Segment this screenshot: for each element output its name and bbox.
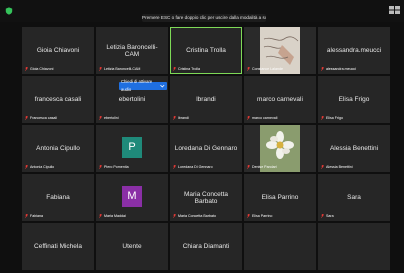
participant-tile[interactable]	[318, 223, 390, 270]
participant-tile[interactable]	[244, 223, 316, 270]
avatar: M	[122, 185, 142, 207]
mic-muted-icon	[247, 165, 250, 169]
avatar: P	[122, 136, 142, 158]
participant-tile[interactable]: Fabiana Fabiana	[22, 174, 94, 221]
participant-label-text: Denise Parolari	[252, 165, 277, 169]
participant-label: Elisa Parrino	[247, 214, 272, 218]
gallery-grid: Gioia Chiavoni Gioia Chiavoni Letizia Bar…	[22, 27, 390, 272]
chevron-down-icon[interactable]	[160, 84, 165, 88]
participant-label-text: Maria Concetta Barbato	[178, 214, 216, 218]
participant-tile[interactable]: lbrandi lbrandi	[170, 76, 242, 123]
mic-muted-icon	[247, 67, 250, 71]
mic-muted-icon	[25, 165, 28, 169]
participant-tile[interactable]: Gioia Chiavoni Gioia Chiavoni	[22, 27, 94, 74]
participant-label: Piero Pomentia	[99, 165, 129, 169]
participant-tile[interactable]: Maria Concetta Barbato Maria Concetta Ba…	[170, 174, 242, 221]
mic-muted-icon	[173, 165, 176, 169]
participant-label-text: marco carnevali	[252, 116, 278, 120]
shield-icon[interactable]	[5, 7, 13, 15]
participant-tile[interactable]: Letizia Baroncelli-CAM Letizia Baroncell…	[96, 27, 168, 74]
participant-label-text: Elisa Parrino	[252, 214, 273, 218]
mic-muted-icon	[99, 165, 102, 169]
participant-label: Sara	[321, 214, 334, 218]
participant-tile[interactable]: Chiara Diamanti	[170, 223, 242, 270]
participant-label-text: ebertolini	[104, 116, 119, 120]
participant-label-text: Elisa Frigo	[326, 116, 343, 120]
participant-label-text: Fabiana	[30, 214, 43, 218]
participant-label: ebertolini	[99, 116, 119, 120]
participant-label: Fabiana	[25, 214, 43, 218]
participant-label-text: Sara	[326, 214, 334, 218]
participant-name: Ceffinati Michela	[34, 243, 82, 250]
mic-muted-icon	[25, 116, 28, 120]
participant-label-text: lbrandi	[178, 116, 189, 120]
participant-label: Maria Concetta Barbato	[173, 214, 216, 218]
participant-label: Letizia Baroncelli-CAM	[99, 67, 140, 71]
participant-label: Cristina Trolla	[173, 67, 200, 71]
participant-label: Maria Maddai	[99, 214, 126, 218]
participant-label: Constance Lalande	[247, 67, 283, 71]
mic-muted-icon	[173, 214, 176, 218]
mic-muted-icon	[321, 67, 324, 71]
participant-label: Antonia Cipullo	[25, 165, 54, 169]
mic-muted-icon	[173, 116, 176, 120]
participant-tile[interactable]: Utente	[96, 223, 168, 270]
gallery-view-icon[interactable]	[389, 6, 401, 15]
participant-label-text: Piero Pomentia	[104, 165, 129, 169]
mic-muted-icon	[25, 214, 28, 218]
participant-tile[interactable]: Loredana Di Gennaro Loredana Di Gennaro	[170, 125, 242, 172]
participant-label: lbrandi	[173, 116, 189, 120]
unmute-request-button[interactable]: Chiedi di attivare audio	[119, 79, 167, 92]
participant-tile[interactable]: Cristina Trolla Cristina Trolla	[170, 27, 242, 74]
mic-muted-icon	[99, 214, 102, 218]
mic-muted-icon	[321, 165, 324, 169]
participant-tile[interactable]: francesca casali Francesca casali	[22, 76, 94, 123]
participant-tile[interactable]: M Maria Maddai	[96, 174, 168, 221]
participant-tile[interactable]: Elisa Frigo Elisa Frigo	[318, 76, 390, 123]
participant-label-text: Constance Lalande	[252, 67, 283, 71]
participant-label: Denise Parolari	[247, 165, 277, 169]
tooltip-label: Chiedi di attivare audio	[121, 79, 153, 92]
participant-label-text: Loredana Di Gennaro	[178, 165, 213, 169]
zoom-window: Premere ESC o fare doppio clic per uscir…	[0, 0, 404, 273]
participant-tile[interactable]: Alessia Benettini Alessia Benettini	[318, 125, 390, 172]
fullscreen-notice: Premere ESC o fare doppio clic per uscir…	[142, 14, 266, 22]
participant-label: Loredana Di Gennaro	[173, 165, 213, 169]
participant-tile[interactable]: marco carnevali marco carnevali	[244, 76, 316, 123]
participant-label-text: Alessia Benettini	[326, 165, 353, 169]
participant-name: Utente	[122, 243, 142, 250]
participant-label-text: Letizia Baroncelli-CAM	[104, 67, 141, 71]
participant-label-text: Gioia Chiavoni	[30, 67, 54, 71]
participant-tile[interactable]: Elisa Parrino Elisa Parrino	[244, 174, 316, 221]
mic-muted-icon	[247, 116, 250, 120]
mic-muted-icon	[99, 67, 102, 71]
participant-label: Francesca casali	[25, 116, 57, 120]
mic-muted-icon	[173, 67, 176, 71]
participant-name: Chiara Diamanti	[182, 243, 230, 250]
participant-label: marco carnevali	[247, 116, 277, 120]
top-bar: Premere ESC o fare doppio clic per uscir…	[0, 0, 404, 22]
mic-muted-icon	[321, 214, 324, 218]
participant-tile[interactable]: P Piero Pomentia	[96, 125, 168, 172]
mic-muted-icon	[25, 67, 28, 71]
participant-label: Alessia Benettini	[321, 165, 353, 169]
participant-label-text: alessandra.meucci	[326, 67, 356, 71]
participant-tile[interactable]: Ceffinati Michela	[22, 223, 94, 270]
mic-muted-icon	[99, 116, 102, 120]
mic-muted-icon	[247, 214, 250, 218]
participant-tile[interactable]: Antonia Cipullo Antonia Cipullo	[22, 125, 94, 172]
participant-label-text: Cristina Trolla	[178, 67, 200, 71]
participant-label-text: Francesca casali	[30, 116, 57, 120]
mic-muted-icon	[321, 116, 324, 120]
participant-label: alessandra.meucci	[321, 67, 356, 71]
participant-label-text: Antonia Cipullo	[30, 165, 55, 169]
participant-tile[interactable]: Sara Sara	[318, 174, 390, 221]
participant-label: Gioia Chiavoni	[25, 67, 53, 71]
participant-label-text: Maria Maddai	[104, 214, 126, 218]
participant-tile[interactable]: Denise Parolari	[244, 125, 316, 172]
participant-tile[interactable]: Constance Lalande	[244, 27, 316, 74]
participant-tile[interactable]: alessandra.meucci alessandra.meucci	[318, 27, 390, 74]
participant-label: Elisa Frigo	[321, 116, 343, 120]
